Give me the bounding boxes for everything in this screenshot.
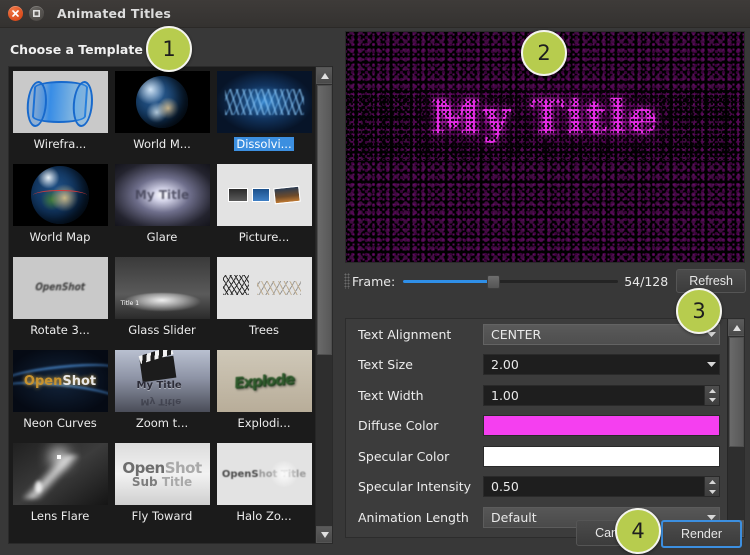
property-row: Text Width 1.00 xyxy=(346,380,744,411)
particle-dissolve-mask xyxy=(346,90,744,160)
template-item[interactable]: My TitleGlare xyxy=(111,160,213,253)
spinner-buttons[interactable] xyxy=(704,386,719,405)
spinner-down-icon[interactable] xyxy=(705,487,719,497)
dialog-footer: Cancel Render xyxy=(340,511,750,555)
template-item[interactable]: OpenShotSub TitleFly Toward xyxy=(111,439,213,532)
template-item[interactable]: Trees xyxy=(213,253,315,346)
property-row: Diffuse Color xyxy=(346,411,744,442)
properties-rows: Text Alignment CENTER Text Size 2.00 Text Wi… xyxy=(346,319,744,533)
slider-handle[interactable] xyxy=(487,275,500,289)
properties-panel: Text Alignment CENTER Text Size 2.00 Text Wi… xyxy=(345,318,745,538)
field-value: CENTER xyxy=(491,327,541,342)
annotation-badge-4: 4 xyxy=(615,508,661,554)
window-title: Animated Titles xyxy=(57,6,171,21)
property-control xyxy=(483,446,720,467)
color-swatch[interactable] xyxy=(483,446,720,467)
property-label: Text Size xyxy=(358,357,483,372)
color-swatch[interactable] xyxy=(483,415,720,436)
spinner-up-icon[interactable] xyxy=(705,477,719,487)
refresh-button[interactable]: Refresh xyxy=(676,269,746,293)
template-item-label: Halo Zo... xyxy=(234,509,293,523)
property-control: 1.00 xyxy=(483,385,720,406)
property-label: Text Width xyxy=(358,388,483,403)
property-row: Specular Color xyxy=(346,441,744,472)
frame-label: Frame: xyxy=(352,274,395,289)
scroll-up-arrow-icon[interactable] xyxy=(316,67,333,84)
field-value: 1.00 xyxy=(491,388,519,403)
page-title: Choose a Template xyxy=(10,42,143,57)
template-item[interactable]: OpenShotRotate 3... xyxy=(9,253,111,346)
template-item-label: Glass Slider xyxy=(126,323,198,337)
scroll-down-arrow-icon[interactable] xyxy=(316,526,333,543)
template-grid: Wirefra... World M... Dissolvi... World Map… xyxy=(9,67,316,532)
template-item-label: Glare xyxy=(145,230,180,244)
scrollbar-thumb[interactable] xyxy=(729,337,744,447)
template-item[interactable]: World Map xyxy=(9,160,111,253)
template-item-label: World Map xyxy=(28,230,93,244)
spinner-down-icon[interactable] xyxy=(705,395,719,405)
property-row: Text Size 2.00 xyxy=(346,350,744,381)
template-list[interactable]: Wirefra... World M... Dissolvi... World Map… xyxy=(8,66,333,544)
property-control xyxy=(483,415,720,436)
frame-counter: 54/128 xyxy=(624,274,668,289)
template-chooser-panel: Choose a Template Wirefra... World M... Di… xyxy=(0,28,340,555)
chevron-down-icon[interactable] xyxy=(707,354,716,375)
template-item-label: Wirefra... xyxy=(32,137,89,151)
template-item[interactable]: Title 1Glass Slider xyxy=(111,253,213,346)
template-item-label: Neon Curves xyxy=(21,416,99,430)
drag-grip-icon[interactable] xyxy=(344,273,350,289)
template-item-label: Lens Flare xyxy=(29,509,92,523)
animated-titles-dialog: Animated Titles Choose a Template Wirefr… xyxy=(0,0,750,555)
numeric-field[interactable]: 0.50 xyxy=(483,476,720,497)
annotation-badge-1: 1 xyxy=(146,26,192,72)
properties-scrollbar[interactable] xyxy=(727,319,744,537)
template-item[interactable]: Picture... xyxy=(213,160,315,253)
field-value: 0.50 xyxy=(491,479,519,494)
property-control: 2.00 xyxy=(483,354,720,375)
property-label: Text Alignment xyxy=(358,327,483,342)
scrollbar-thumb[interactable] xyxy=(317,85,332,355)
window-titlebar: Animated Titles xyxy=(0,0,750,28)
maximize-icon[interactable] xyxy=(29,6,44,21)
spinner-buttons[interactable] xyxy=(704,477,719,496)
template-item[interactable]: My TitleMy TitleZoom t... xyxy=(111,346,213,439)
annotation-badge-2: 2 xyxy=(521,30,567,76)
slider-fill xyxy=(403,280,493,283)
template-item-label: World M... xyxy=(131,137,193,151)
template-item[interactable]: Dissolvi... xyxy=(213,67,315,160)
frame-controls: Frame: 54/128 Refresh xyxy=(344,268,746,294)
property-label: Specular Intensity xyxy=(358,479,483,494)
numeric-field[interactable]: 1.00 xyxy=(483,385,720,406)
close-icon[interactable] xyxy=(8,6,23,21)
template-item[interactable]: Wirefra... xyxy=(9,67,111,160)
template-item-label: Fly Toward xyxy=(130,509,195,523)
template-item-label: Trees xyxy=(247,323,281,337)
template-item-label: Picture... xyxy=(237,230,292,244)
template-item[interactable]: OpenShot TitleHalo Zo... xyxy=(213,439,315,532)
template-scrollbar[interactable] xyxy=(315,67,332,543)
template-item[interactable]: World M... xyxy=(111,67,213,160)
annotation-badge-3: 3 xyxy=(676,288,722,334)
spinner-up-icon[interactable] xyxy=(705,386,719,396)
property-control: 0.50 xyxy=(483,476,720,497)
template-item[interactable]: Lens Flare xyxy=(9,439,111,532)
template-item[interactable]: OpenShotNeon Curves xyxy=(9,346,111,439)
field-value: 2.00 xyxy=(491,357,519,372)
template-item-label: Zoom t... xyxy=(134,416,190,430)
template-item-label: Rotate 3... xyxy=(28,323,92,337)
scroll-up-arrow-icon[interactable] xyxy=(728,319,745,336)
property-label: Diffuse Color xyxy=(358,418,483,433)
render-button[interactable]: Render xyxy=(661,520,742,548)
property-row: Specular Intensity 0.50 xyxy=(346,472,744,503)
template-item-label: Explodi... xyxy=(235,416,292,430)
template-item[interactable]: ExplodeExplodi... xyxy=(213,346,315,439)
dropdown-field[interactable]: 2.00 xyxy=(483,354,720,375)
frame-slider[interactable] xyxy=(403,271,618,291)
template-item-label: Dissolvi... xyxy=(234,137,293,151)
property-label: Specular Color xyxy=(358,449,483,464)
